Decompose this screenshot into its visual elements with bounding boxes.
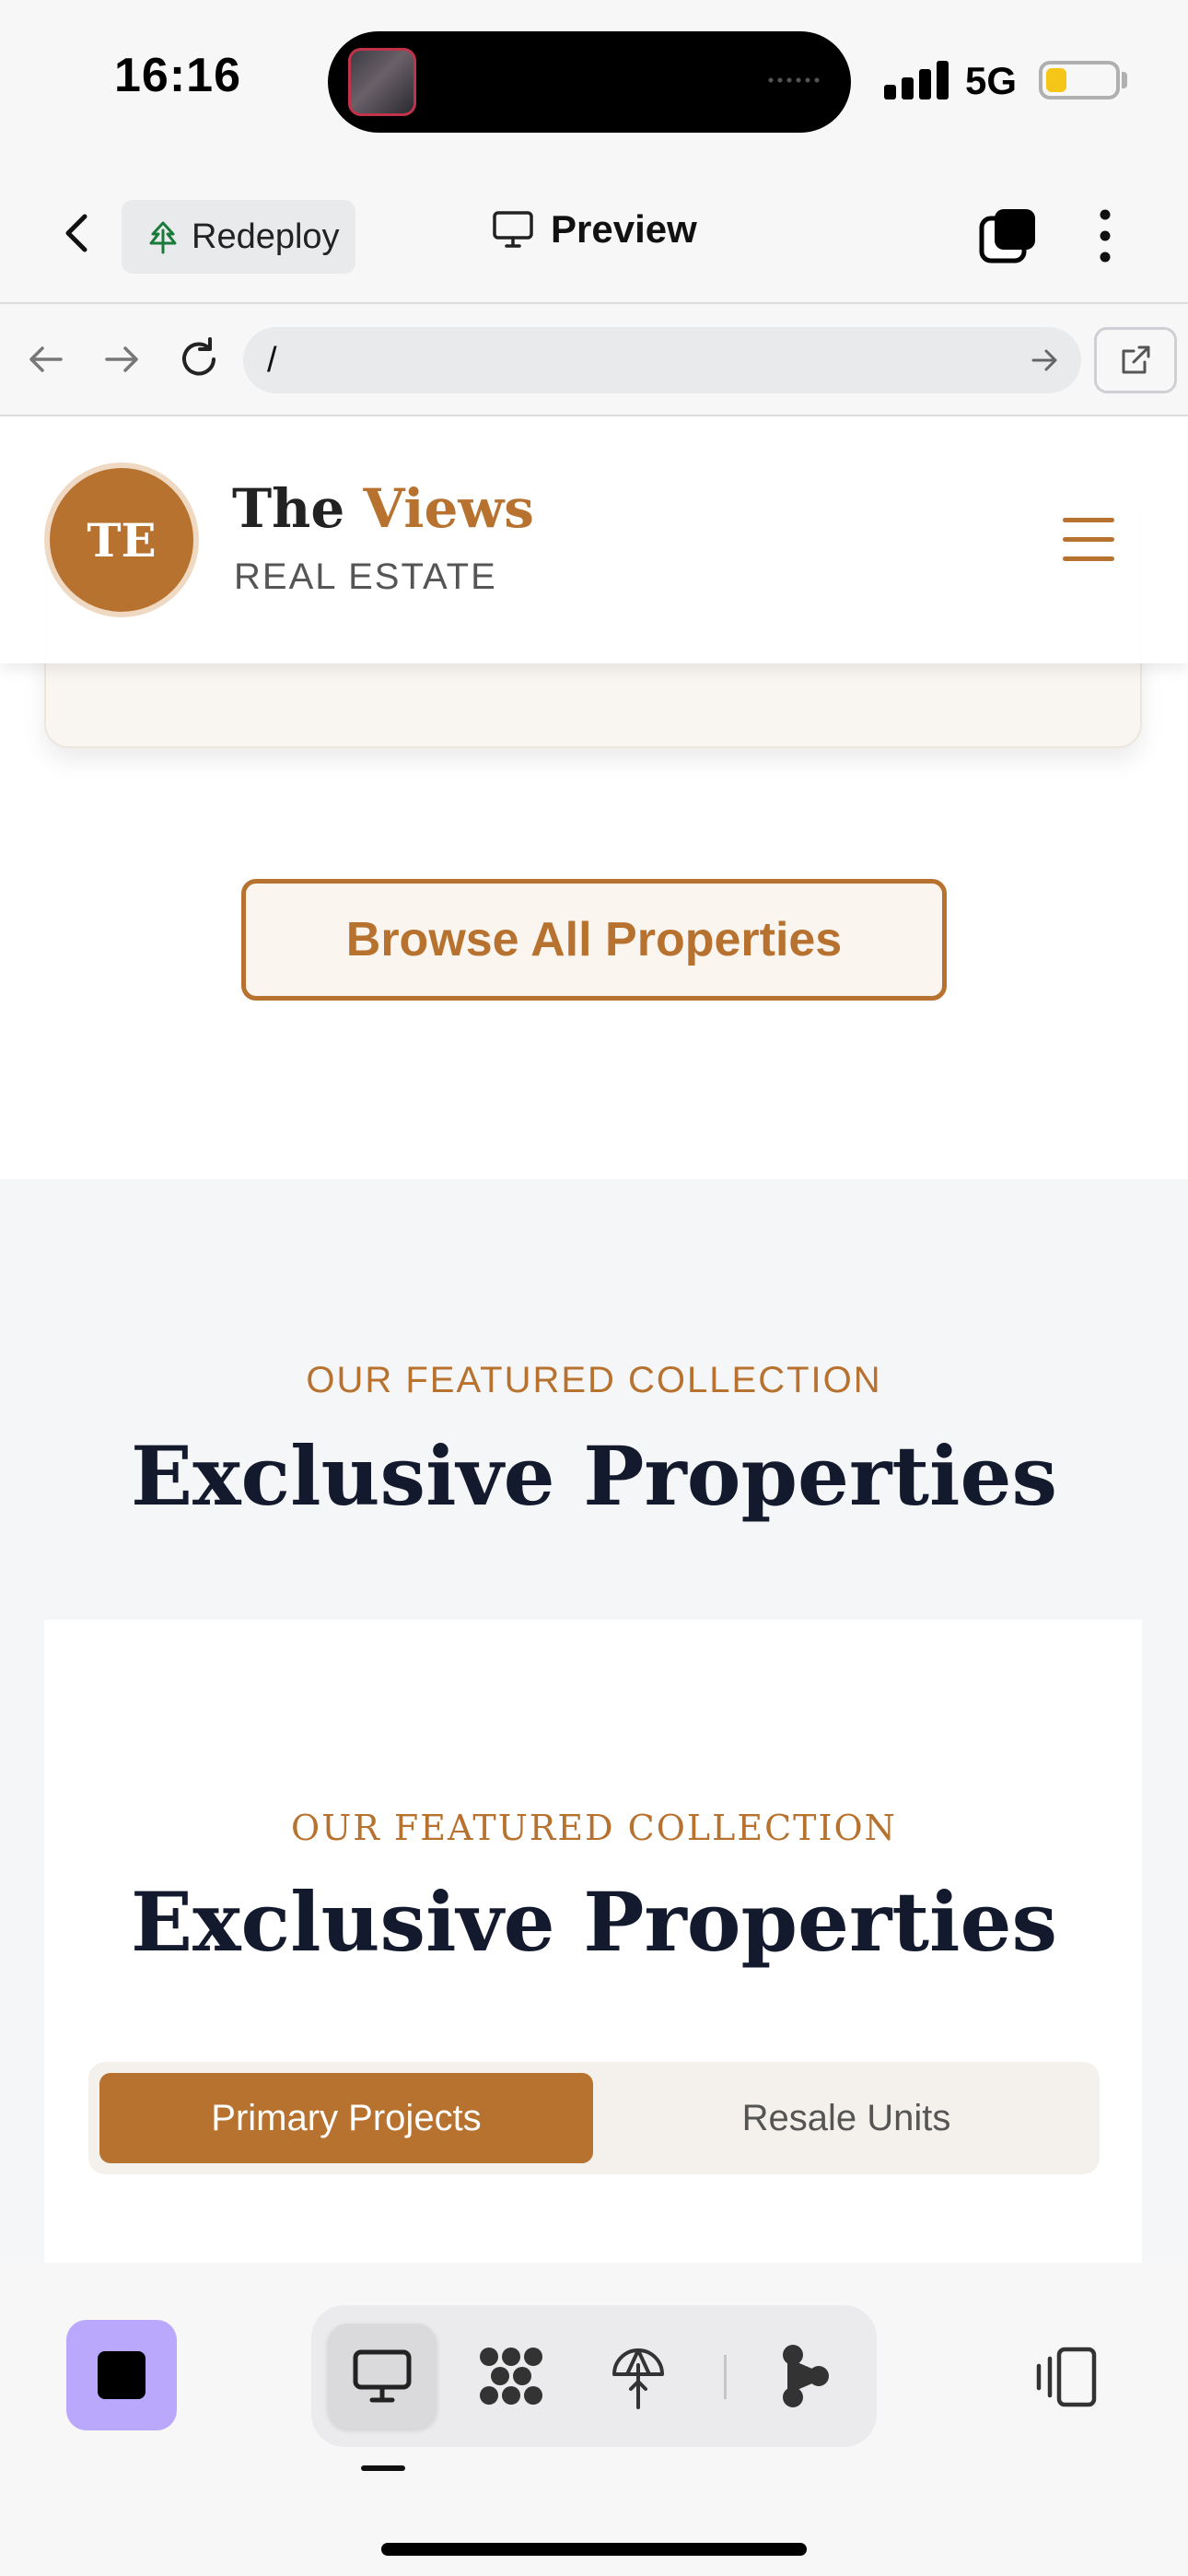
browser-forward-button[interactable] — [96, 334, 147, 385]
section-eyebrow: OUR FEATURED COLLECTION — [306, 1360, 882, 1400]
tabs-icon — [979, 209, 1035, 263]
cellular-signal-icon — [884, 59, 949, 100]
active-mode-indicator — [361, 2465, 405, 2471]
stop-icon — [98, 2351, 146, 2399]
tab-resale-units[interactable]: Resale Units — [604, 2073, 1089, 2163]
more-options-button[interactable] — [1087, 205, 1124, 266]
home-indicator — [381, 2543, 807, 2556]
device-rotate-icon — [1036, 2347, 1097, 2407]
redeploy-label: Redeploy — [192, 217, 340, 256]
brand-accent: Views — [363, 477, 534, 540]
url-input[interactable]: / — [243, 327, 1081, 393]
brand-subtitle: REAL ESTATE — [234, 556, 497, 597]
card-eyebrow: OUR FEATURED COLLECTION — [291, 1808, 897, 1848]
bottom-toolbar — [0, 2263, 1188, 2576]
battery-tip — [1122, 72, 1127, 88]
site-header: TE The Views REAL ESTATE — [0, 416, 1188, 663]
mode-flow-button[interactable] — [751, 2324, 860, 2429]
logo-badge[interactable]: TE — [44, 463, 199, 617]
arrow-right-icon — [105, 346, 138, 372]
menu-button[interactable] — [1063, 518, 1114, 562]
monitor-icon — [493, 211, 533, 248]
url-text: / — [267, 340, 277, 380]
app-toolbar: Redeploy Preview — [0, 161, 1188, 304]
mode-apps-button[interactable] — [457, 2324, 565, 2429]
status-time: 16:16 — [114, 49, 241, 102]
browse-all-properties-button[interactable]: Browse All Properties — [241, 879, 947, 1001]
device-toggle-button[interactable] — [1030, 2342, 1100, 2412]
section-heading: Exclusive Properties — [131, 1428, 1057, 1524]
browser-bar: / — [0, 304, 1188, 416]
tabs-button[interactable] — [978, 205, 1039, 266]
chevron-left-icon — [65, 214, 87, 252]
go-arrow-icon[interactable] — [1028, 344, 1061, 377]
tab-primary-projects[interactable]: Primary Projects — [99, 2073, 593, 2163]
property-type-tabs: Primary Projects Resale Units — [88, 2062, 1100, 2174]
monitor-icon — [353, 2349, 412, 2403]
battery-icon — [1039, 61, 1120, 100]
more-vertical-icon — [1100, 209, 1111, 263]
reload-icon — [182, 337, 215, 376]
dynamic-island — [328, 31, 851, 133]
network-type: 5G — [965, 59, 1018, 102]
mode-divider — [724, 2355, 727, 2399]
tree-icon — [149, 221, 177, 254]
browser-back-button[interactable] — [20, 334, 72, 385]
mode-switcher — [311, 2305, 877, 2447]
status-bar: 16:16 5G — [0, 0, 1188, 161]
now-playing-artwork — [348, 48, 416, 116]
preview-label: Preview — [551, 207, 697, 251]
mode-deploy-button[interactable] — [584, 2324, 693, 2429]
preview-title: Preview — [492, 207, 697, 252]
open-external-button[interactable] — [1094, 327, 1177, 393]
tree-icon — [612, 2348, 664, 2409]
reload-button[interactable] — [173, 334, 225, 385]
brand-name[interactable]: The Views — [232, 477, 534, 540]
brand-prefix: The — [232, 477, 364, 540]
audio-waveform-icon — [766, 77, 823, 83]
back-button[interactable] — [53, 207, 105, 259]
apps-grid-icon — [480, 2348, 542, 2405]
mode-preview-button[interactable] — [328, 2324, 437, 2429]
card-heading: Exclusive Properties — [131, 1874, 1057, 1970]
flow-icon — [783, 2345, 829, 2407]
redeploy-button[interactable]: Redeploy — [122, 200, 355, 274]
arrow-left-icon — [29, 346, 63, 372]
external-link-icon — [1122, 345, 1150, 374]
stop-button[interactable] — [66, 2320, 177, 2430]
